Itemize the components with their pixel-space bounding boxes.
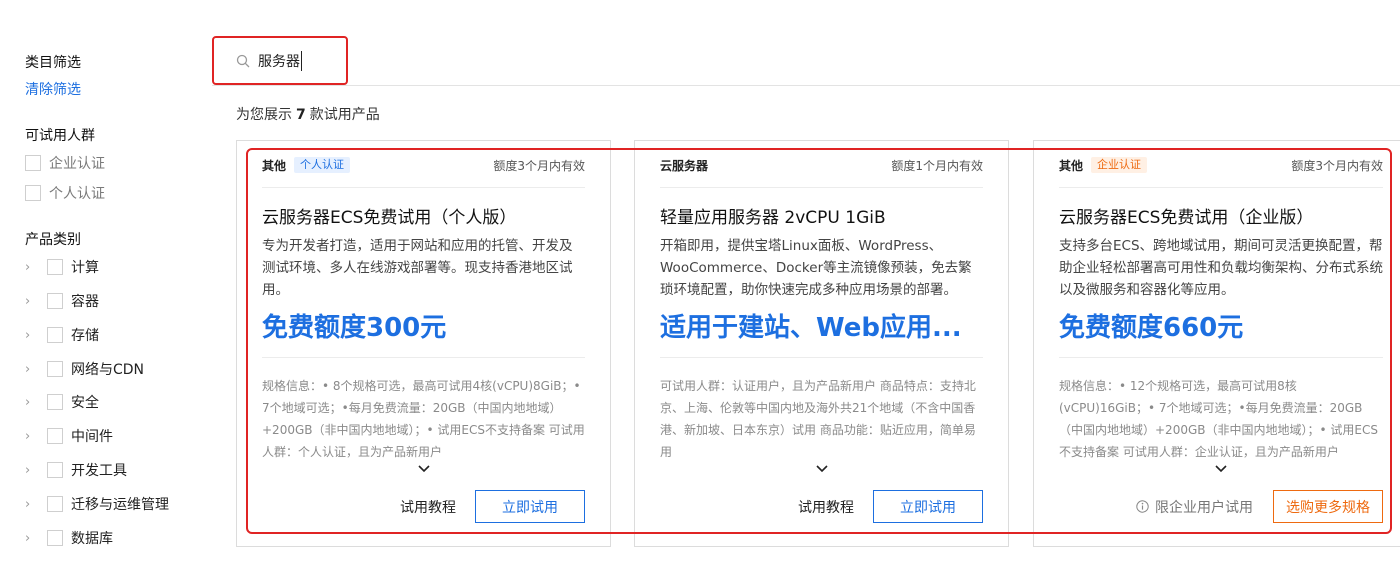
checkbox[interactable] [25,185,41,201]
chevron-down-icon[interactable] [1213,464,1229,474]
category-label: 容器 [71,294,99,310]
auth-badge: 个人认证 [294,157,351,173]
audience-option-personal[interactable]: 个人认证 [25,183,105,203]
spec-info: 规格信息：• 8个规格可选，最高可试用4核(vCPU)8GiB；• 7个地域可选… [262,379,585,459]
expand-toggle[interactable] [262,459,585,478]
category-title: 产品类别 [25,232,81,248]
expand-toggle[interactable] [660,459,983,478]
category-label: 计算 [71,260,99,276]
result-prefix: 为您展示 [236,107,292,123]
quota-validity: 额度1个月内有效 [891,158,983,173]
chevron-right-icon[interactable]: › [25,260,41,275]
spec-info: 规格信息：• 12个规格可选，最高可试用8核(vCPU)16GiB；• 7个地域… [1059,379,1378,459]
filter-title: 类目筛选 [25,55,81,71]
checkbox[interactable] [47,361,63,377]
quota-validity: 额度3个月内有效 [1291,158,1383,173]
audience-label: 个人认证 [49,186,105,202]
category-item-database[interactable]: › 数据库 [25,528,113,548]
divider [262,187,585,188]
category-label: 中间件 [71,429,113,445]
divider [660,187,983,188]
result-suffix: 款试用产品 [309,107,380,123]
checkbox[interactable] [47,293,63,309]
category-label: 网络与CDN [71,362,145,378]
search-value[interactable]: 服务器 [258,50,302,71]
checkbox[interactable] [47,428,63,444]
spec-info: 可试用人群：认证用户，且为产品新用户 商品特点：支持北京、上海、伦敦等中国内地及… [660,379,976,459]
divider [1059,357,1383,358]
category-label: 开发工具 [71,463,127,479]
checkbox[interactable] [47,327,63,343]
note-text: 限企业用户试用 [1155,499,1253,516]
category-item-compute[interactable]: › 计算 [25,257,99,277]
more-specs-button[interactable]: 选购更多规格 [1273,490,1383,523]
chevron-right-icon[interactable]: › [25,328,41,343]
card-price: 免费额度660元 [1059,313,1244,343]
checkbox[interactable] [47,496,63,512]
category-item-storage[interactable]: › 存储 [25,325,99,345]
audience-title: 可试用人群 [25,128,95,144]
chevron-right-icon[interactable]: › [25,362,41,377]
checkbox[interactable] [47,462,63,478]
card-title[interactable]: 云服务器ECS免费试用（企业版） [1059,203,1383,228]
filter-sidebar: 类目筛选 清除筛选 可试用人群 企业认证 个人认证 产品类别 › 计算 › 容器… [25,0,225,561]
checkbox[interactable] [25,155,41,171]
chevron-down-icon[interactable] [814,464,830,474]
clear-filter-link[interactable]: 清除筛选 [25,79,81,99]
chevron-right-icon[interactable]: › [25,497,41,512]
search-icon [236,54,250,67]
card-price: 适用于建站、Web应用... [660,313,962,343]
auth-badge: 企业认证 [1091,157,1148,173]
search-bar: 服务器 [212,36,1400,86]
product-card: 其他 个人认证 额度3个月内有效 云服务器ECS免费试用（个人版） 专为开发者打… [236,140,611,547]
audience-option-enterprise[interactable]: 企业认证 [25,153,105,173]
quota-validity: 额度3个月内有效 [493,158,585,173]
product-card: 云服务器 额度1个月内有效 轻量应用服务器 2vCPU 1GiB 开箱即用，提供… [634,140,1009,547]
chevron-right-icon[interactable]: › [25,395,41,410]
category-item-migration-ops[interactable]: › 迁移与运维管理 [25,494,169,514]
card-category: 其他 [1059,158,1084,173]
chevron-right-icon[interactable]: › [25,463,41,478]
card-category: 其他 [262,158,287,173]
chevron-right-icon[interactable]: › [25,429,41,444]
category-item-security[interactable]: › 安全 [25,392,99,412]
category-label: 迁移与运维管理 [71,497,169,513]
category-item-middleware[interactable]: › 中间件 [25,426,113,446]
enterprise-only-note: 限企业用户试用 [1136,497,1253,517]
card-description: 开箱即用，提供宝塔Linux面板、WordPress、WooCommerce、D… [660,238,972,298]
category-item-devtools[interactable]: › 开发工具 [25,460,127,480]
category-label: 数据库 [71,531,113,547]
divider [262,357,585,358]
checkbox[interactable] [47,394,63,410]
try-now-button[interactable]: 立即试用 [475,490,585,523]
search-input[interactable]: 服务器 [212,36,348,85]
category-item-network-cdn[interactable]: › 网络与CDN [25,359,144,379]
checkbox[interactable] [47,259,63,275]
category-item-container[interactable]: › 容器 [25,291,99,311]
card-title[interactable]: 云服务器ECS免费试用（个人版） [262,203,585,228]
tutorial-link[interactable]: 试用教程 [400,497,456,517]
chevron-right-icon[interactable]: › [25,531,41,546]
category-label: 安全 [71,395,99,411]
info-icon [1136,500,1149,513]
card-category: 云服务器 [660,158,709,173]
result-number: 7 [296,107,306,123]
card-description: 专为开发者打造，适用于网站和应用的托管、开发及测试环境、多人在线游戏部署等。现支… [262,238,573,298]
result-count: 为您展示 7 款试用产品 [236,104,380,124]
card-price: 免费额度300元 [262,313,447,343]
divider [1059,187,1383,188]
audience-label: 企业认证 [49,156,105,172]
card-description: 支持多台ECS、跨地域试用，期间可灵活更换配置，帮助企业轻松部署高可用性和负载均… [1059,238,1383,298]
card-title[interactable]: 轻量应用服务器 2vCPU 1GiB [660,203,983,228]
checkbox[interactable] [47,530,63,546]
tutorial-link[interactable]: 试用教程 [798,497,854,517]
product-card: 其他 企业认证 额度3个月内有效 云服务器ECS免费试用（企业版） 支持多台EC… [1033,140,1400,547]
chevron-down-icon[interactable] [416,464,432,474]
divider [660,357,983,358]
expand-toggle[interactable] [1059,459,1383,478]
chevron-right-icon[interactable]: › [25,294,41,309]
category-label: 存储 [71,328,99,344]
try-now-button[interactable]: 立即试用 [873,490,983,523]
